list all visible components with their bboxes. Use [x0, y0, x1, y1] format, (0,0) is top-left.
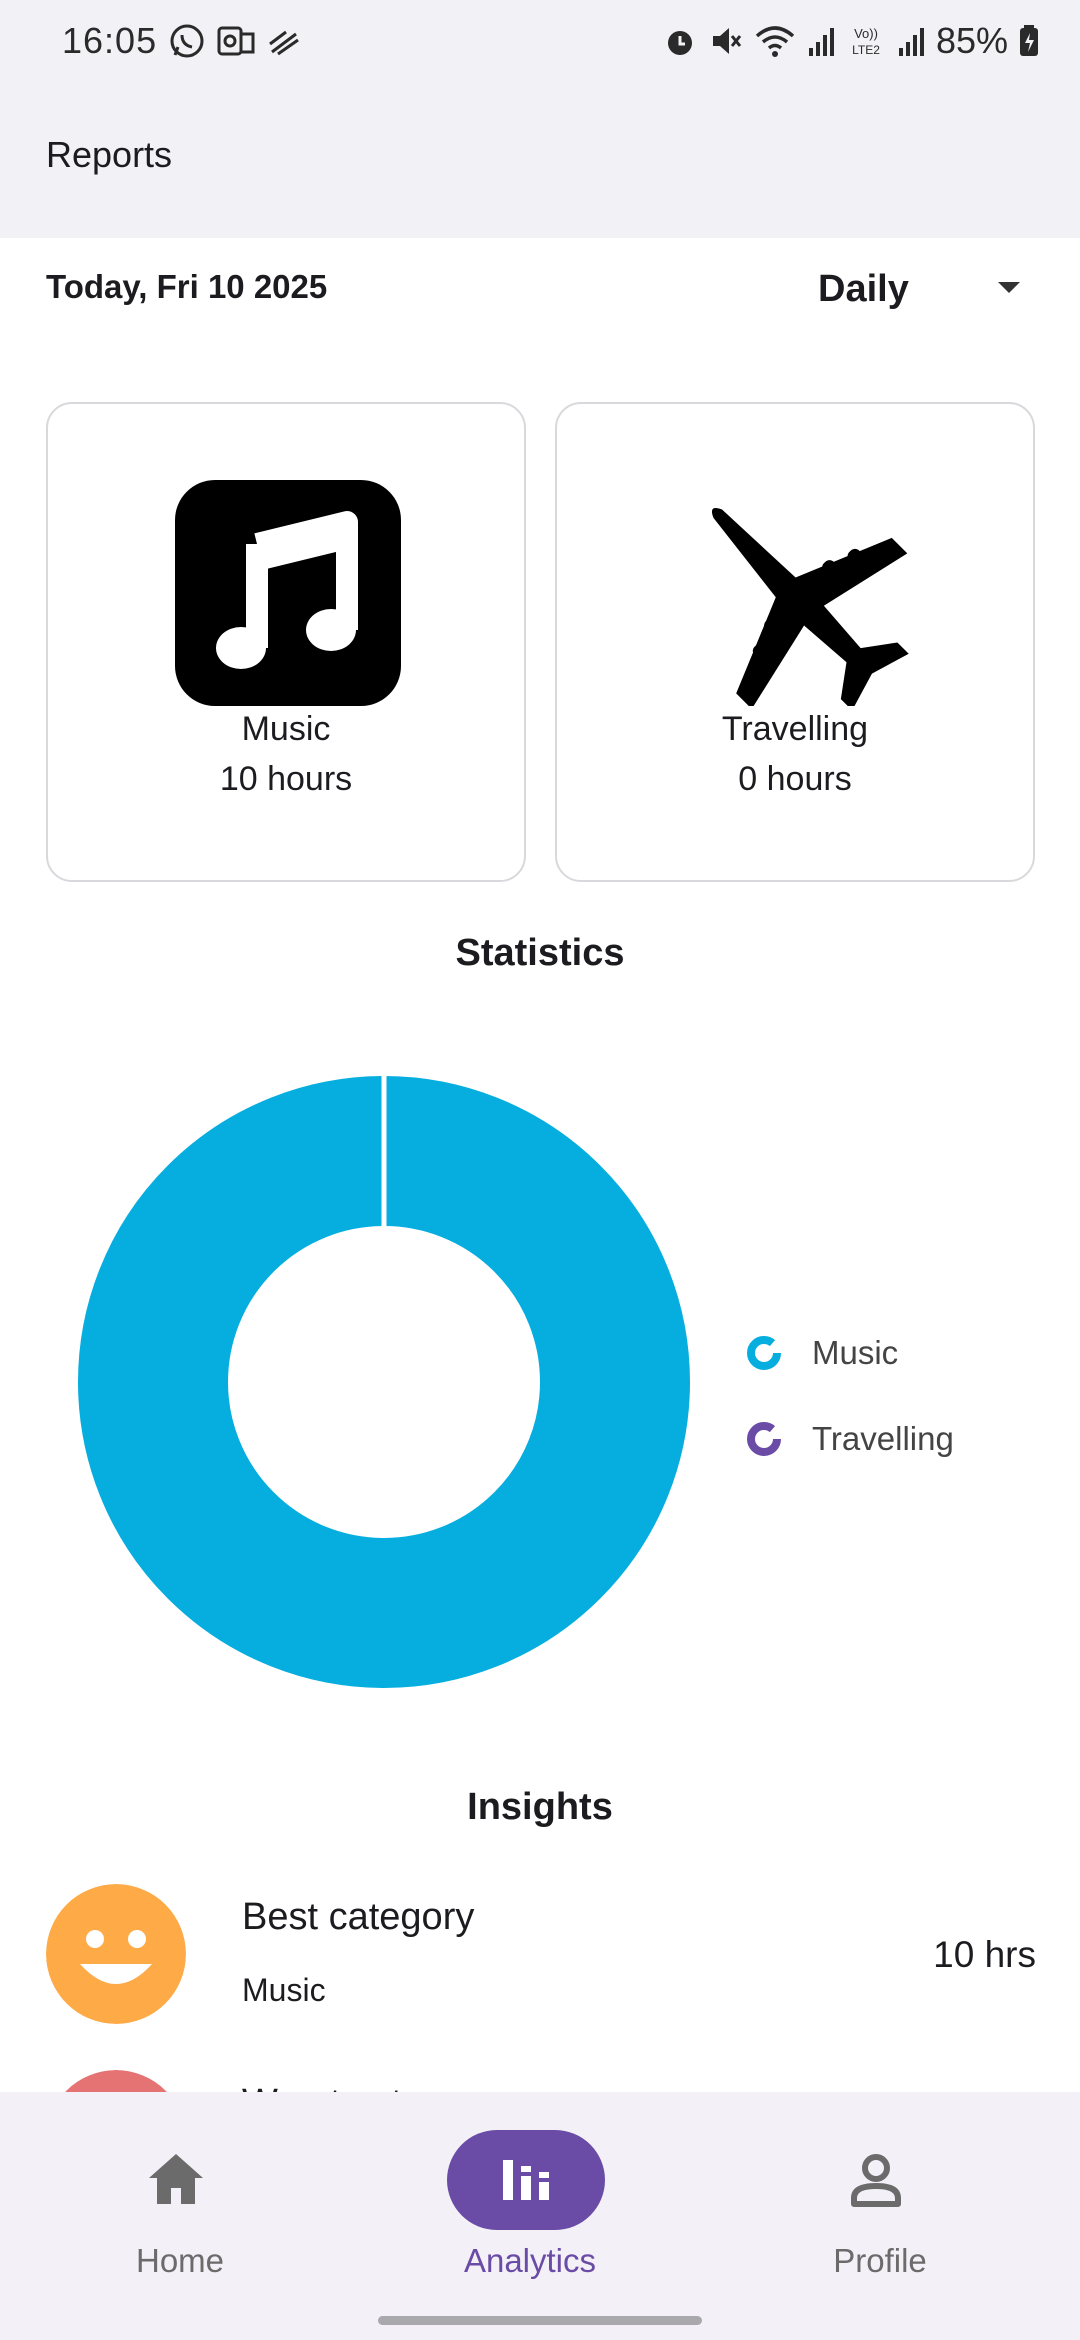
status-time: 16:05	[62, 20, 158, 61]
cell-signal-icon	[808, 28, 834, 56]
gesture-area	[0, 2300, 1080, 2340]
nav-label: Profile	[833, 2242, 927, 2279]
wifi-icon	[755, 26, 795, 57]
insight-worst-category[interactable]: Worst category	[46, 2070, 1036, 2092]
alarm-icon	[667, 31, 692, 55]
nav-label: Analytics	[463, 2242, 597, 2279]
person-icon	[851, 2154, 901, 2207]
date-label: Today, Fri 10 2025	[46, 268, 328, 305]
bar-chart-icon	[503, 2160, 549, 2200]
svg-text:LTE2: LTE2	[852, 43, 880, 57]
volte-lte2-icon: Vo)) LTE2	[852, 26, 880, 57]
cell-signal-icon	[898, 28, 924, 56]
battery-percent: 85%	[935, 20, 1008, 61]
airplane-icon	[711, 507, 909, 706]
donut-small-icon	[747, 1422, 781, 1456]
insights-scroll-clip: Worst category	[0, 1860, 1080, 2092]
category-hours: 10 hours	[219, 760, 353, 798]
page-title: Reports	[46, 134, 173, 175]
battery-charging-icon	[1020, 25, 1038, 56]
donut-small-icon	[747, 1336, 781, 1370]
insights-title: Insights	[467, 1786, 613, 1828]
nav-pill	[797, 2130, 955, 2230]
period-dropdown[interactable]: Daily	[800, 254, 1040, 324]
legend-label: Music	[812, 1334, 899, 1371]
gesture-handle[interactable]	[378, 2316, 702, 2325]
nav-label: Home	[135, 2242, 225, 2279]
statistics-title: Statistics	[455, 932, 625, 974]
category-hours: 0 hours	[738, 760, 852, 798]
app-bar: Reports	[0, 86, 1080, 238]
bottom-navigation: Home Analytics Profile	[0, 2092, 1080, 2300]
category-name: Music	[241, 710, 331, 748]
period-value: Daily	[818, 267, 909, 310]
music-note-icon	[175, 480, 401, 706]
whatsapp-icon	[170, 24, 204, 58]
nav-item-home[interactable]: Home	[0, 2092, 360, 2300]
chart-legend: Music Travelling	[744, 1310, 954, 1482]
insight-title: Worst category	[242, 2082, 497, 2092]
status-notification-icons	[168, 22, 302, 60]
legend-item-music: Music	[744, 1310, 954, 1396]
outlook-icon	[217, 26, 255, 56]
sad-face-icon	[65, 2070, 167, 2092]
legend-item-travelling: Travelling	[744, 1396, 954, 1482]
nav-pill-active	[447, 2130, 605, 2230]
mute-icon	[712, 28, 742, 54]
svg-text:Vo)): Vo))	[854, 26, 878, 41]
category-card-music[interactable]: Music 10 hours	[46, 402, 526, 882]
category-name: Travelling	[721, 710, 869, 748]
status-system-icons: Vo)) LTE2 85%	[662, 20, 1040, 62]
nav-item-profile[interactable]: Profile	[700, 2092, 1060, 2300]
donut-chart	[78, 1076, 690, 1688]
dropdown-caret-icon	[998, 282, 1020, 293]
nav-pill	[97, 2130, 255, 2230]
status-bar: 16:05 Vo)) LTE2 85%	[0, 0, 1080, 86]
legend-label: Travelling	[812, 1420, 954, 1457]
category-card-travelling[interactable]: Travelling 0 hours	[555, 402, 1035, 882]
nav-item-analytics[interactable]: Analytics	[350, 2092, 710, 2300]
home-icon	[149, 2154, 203, 2204]
signal-strength-alt-icon	[269, 30, 299, 56]
